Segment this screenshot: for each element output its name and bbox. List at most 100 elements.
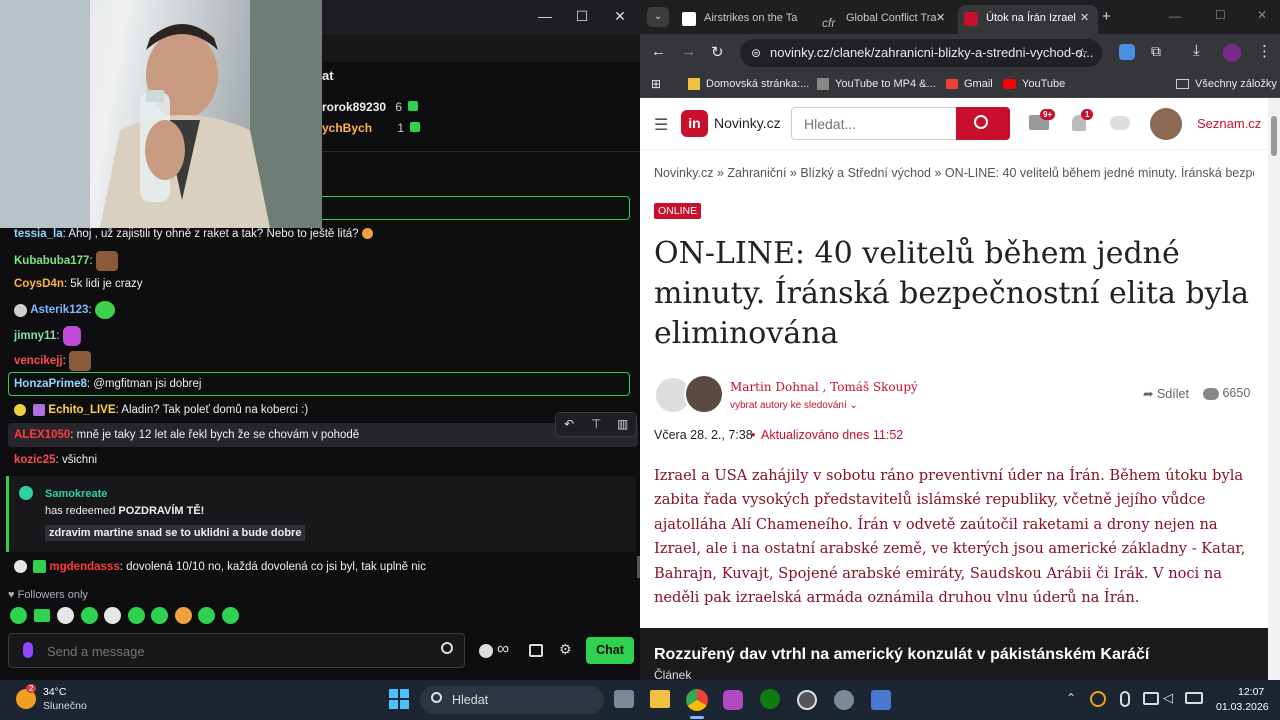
emote-icon[interactable]: [104, 607, 121, 624]
chat-message[interactable]: tessia_la: Ahoj , už zajistili ty ohně z…: [14, 226, 373, 242]
chat-bubble-icon[interactable]: [1110, 116, 1130, 130]
author-avatar[interactable]: [684, 374, 724, 414]
extensions-puzzle-icon[interactable]: ⧉: [1151, 43, 1161, 60]
tab-close-icon[interactable]: ✕: [936, 5, 945, 31]
seznam-link[interactable]: Seznam.cz: [1197, 116, 1261, 131]
task-view-icon[interactable]: [614, 690, 634, 708]
bookmark-item[interactable]: Domovská stránka:...: [688, 76, 809, 92]
chat-message[interactable]: kozic25: všichni: [14, 452, 97, 468]
share-button[interactable]: ➦ Sdílet: [1143, 386, 1189, 401]
microphone-tray-icon[interactable]: [1120, 691, 1130, 707]
chat-message[interactable]: Kubabuba177:: [14, 251, 118, 271]
emote-icon[interactable]: [198, 607, 215, 624]
chat-message[interactable]: HonzaPrime8: @mgfitman jsi dobrej: [14, 376, 201, 392]
xbox-icon[interactable]: [760, 689, 780, 709]
emoji-picker-icon[interactable]: [441, 642, 453, 654]
chat-username[interactable]: CoysD4n: [14, 278, 64, 290]
tab-airstrikes[interactable]: Airstrikes on the Ta: [676, 5, 816, 34]
minimize-icon[interactable]: —: [1169, 9, 1181, 23]
forward-icon[interactable]: →: [681, 43, 696, 60]
chat-username[interactable]: HonzaPrime8: [14, 378, 87, 390]
chrome-icon[interactable]: [686, 689, 708, 711]
bookmark-item[interactable]: YouTube: [1003, 76, 1065, 92]
tray-sync-icon[interactable]: [1090, 691, 1106, 707]
settings-icon[interactable]: ⚙: [559, 641, 572, 658]
app-icon[interactable]: [723, 690, 743, 710]
novinky-logo-mark[interactable]: in: [681, 110, 708, 137]
file-explorer-icon[interactable]: [650, 690, 670, 708]
scrollbar-thumb[interactable]: [1271, 116, 1277, 156]
chat-message[interactable]: mgdendasss: dovolená 10/10 no, každá dov…: [14, 559, 426, 575]
chat-input-wrapper[interactable]: [8, 633, 465, 668]
chat-message[interactable]: ALEX1050: mně je taky 12 let ale řekl by…: [14, 427, 359, 443]
delete-icon[interactable]: ▥: [617, 417, 628, 431]
tab-utok-na-iran[interactable]: Útok na Írán Izrael ✕: [958, 5, 1098, 34]
chat-username[interactable]: mgdendasss: [49, 561, 119, 573]
bookmark-item[interactable]: Gmail: [946, 76, 993, 92]
article-authors[interactable]: Martin Dohnal , Tomáš Skoupý: [730, 380, 918, 394]
bookmark-star-icon[interactable]: ☆: [1076, 39, 1089, 67]
app-icon[interactable]: [871, 690, 891, 710]
emote-icon[interactable]: [57, 607, 74, 624]
chat-input[interactable]: [47, 640, 427, 662]
bookmark-item[interactable]: YouTube to MP4 &...: [817, 76, 936, 92]
site-search-button[interactable]: [956, 107, 1010, 140]
emote-icon[interactable]: [10, 607, 27, 624]
chat-username[interactable]: kozic25: [14, 454, 56, 466]
chat-username[interactable]: vencikejj: [14, 355, 63, 367]
battery-icon[interactable]: [1185, 692, 1203, 704]
emote-icon[interactable]: [34, 609, 50, 622]
monitor-tray-icon[interactable]: [1143, 692, 1159, 705]
related-article[interactable]: Rozzuřený dav vtrhl na americký konzulát…: [640, 628, 1268, 680]
minimize-icon[interactable]: —: [535, 8, 555, 24]
emote-icon[interactable]: [222, 607, 239, 624]
emote-icon[interactable]: [151, 607, 168, 624]
tab-close-icon[interactable]: ✕: [1076, 5, 1094, 31]
profile-avatar[interactable]: [1223, 44, 1241, 62]
emote-icon[interactable]: [128, 607, 145, 624]
reply-icon[interactable]: ↶: [564, 417, 574, 431]
novinky-logo-text[interactable]: Novinky.cz: [714, 115, 781, 131]
site-info-icon[interactable]: ⊜: [751, 39, 761, 67]
back-icon[interactable]: ←: [651, 43, 666, 60]
tray-chevron-icon[interactable]: ⌃: [1066, 691, 1076, 705]
chat-message[interactable]: Echito_LIVE: Aladin? Tak poleť domů na k…: [14, 402, 308, 418]
reload-icon[interactable]: ↻: [711, 43, 724, 61]
chat-username[interactable]: tessia_la: [14, 228, 63, 240]
top-gifter-1[interactable]: rorok89230 6: [322, 100, 419, 114]
all-bookmarks[interactable]: Všechny záložky: [1176, 76, 1277, 92]
apps-grid-icon[interactable]: ⊞: [651, 77, 661, 91]
chat-username[interactable]: Echito_LIVE: [48, 404, 115, 416]
chat-message[interactable]: jimny11:: [14, 326, 81, 346]
chat-send-button[interactable]: Chat: [586, 637, 634, 664]
related-title[interactable]: Rozzuřený dav vtrhl na americký konzulát…: [654, 646, 1149, 664]
extension-icon[interactable]: [1119, 44, 1135, 60]
windows-start-icon[interactable]: [389, 689, 409, 709]
hamburger-menu-icon[interactable]: ☰: [654, 115, 668, 135]
pin-icon[interactable]: ⊤: [591, 417, 601, 431]
maximize-icon[interactable]: ☐: [1215, 8, 1226, 22]
page-scrollbar[interactable]: [1268, 98, 1280, 680]
chat-username[interactable]: jimny11: [14, 330, 56, 342]
microphone-icon[interactable]: [23, 642, 33, 658]
speaker-icon[interactable]: ◁: [1163, 690, 1173, 706]
follow-authors-link[interactable]: vybrat autory ke sledování ⌄: [730, 400, 858, 411]
user-avatar[interactable]: [1150, 108, 1182, 140]
chat-message[interactable]: CoysD4n: 5k lidi je crazy: [14, 276, 142, 292]
chat-username[interactable]: Kubabuba177: [14, 255, 89, 267]
maximize-icon[interactable]: ☐: [572, 8, 592, 25]
taskbar-time[interactable]: 12:07: [1238, 686, 1264, 698]
emote-icon[interactable]: [81, 607, 98, 624]
address-bar[interactable]: ⊜ novinky.cz/clanek/zahranicni-blizky-a-…: [740, 39, 1102, 67]
tab-global-conflict[interactable]: cfr Global Conflict Tra ✕: [816, 5, 956, 34]
download-icon[interactable]: ⤓: [1193, 42, 1200, 59]
chat-username[interactable]: ALEX1050: [14, 429, 70, 441]
site-search-input[interactable]: [791, 107, 957, 140]
settings-gear-icon[interactable]: [834, 690, 854, 710]
close-icon[interactable]: ✕: [1257, 8, 1267, 22]
chat-message[interactable]: vencikejj:: [14, 351, 91, 371]
channel-points-icon[interactable]: [479, 644, 493, 658]
close-icon[interactable]: ✕: [610, 8, 630, 25]
menu-icon[interactable]: ⋮: [1257, 42, 1272, 60]
store-icon[interactable]: [529, 644, 543, 657]
